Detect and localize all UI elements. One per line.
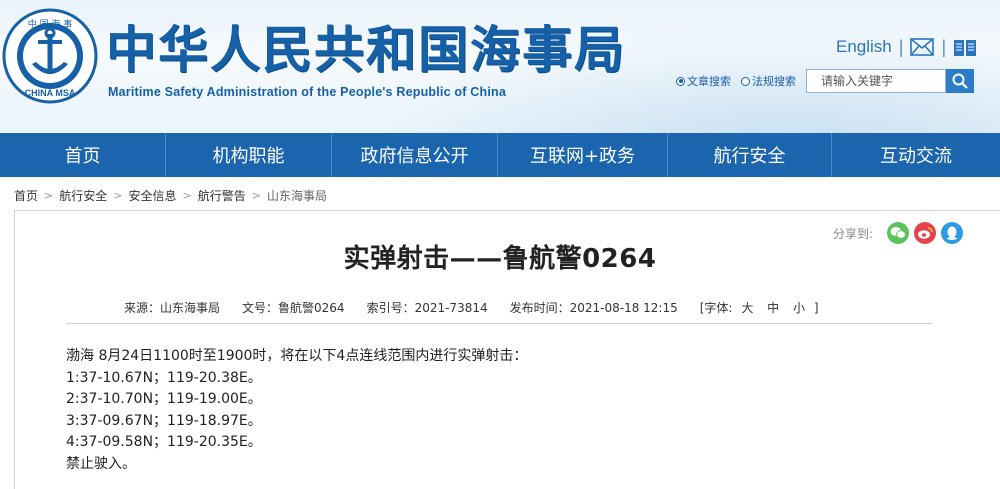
logo-top-text: 中 国 海 事 (28, 18, 73, 30)
breadcrumb-item[interactable]: 安全信息 (128, 187, 176, 204)
meta-publish-time: 发布时间：2021-08-18 12:15 (509, 300, 678, 315)
search-input[interactable] (806, 69, 946, 93)
site-subtitle: Maritime Safety Administration of the Pe… (108, 85, 506, 99)
radio-dot-selected[interactable] (676, 76, 685, 86)
site-title: 中华人民共和国海事局 (106, 21, 626, 79)
logo-bottom-text: CHINA MSA (25, 88, 76, 98)
nav-item-interaction[interactable]: 互动交流 (832, 133, 1000, 177)
breadcrumb-item-current[interactable]: 山东海事局 (267, 187, 327, 204)
search-button[interactable] (946, 69, 974, 93)
search-icon (952, 73, 968, 89)
breadcrumb: 首页 > 航行安全 > 安全信息 > 航行警告 > 山东海事局 (14, 186, 327, 204)
radio-article-search[interactable]: 文章搜索 (676, 73, 731, 89)
article-line: 1:37-10.67N；119-20.38E。 (66, 369, 262, 386)
mail-icon[interactable] (910, 38, 935, 56)
search-area: 文章搜索 法规搜索 (676, 68, 974, 94)
radio-label: 法规搜索 (752, 75, 796, 88)
site-header: 中 国 海 事 CHINA MSA 中华人民共和国海事局 Maritime Sa… (0, 0, 1000, 133)
article-body: 渤海 8月24日1100时至1900时，将在以下4点连线范围内进行实弹射击： 1… (66, 346, 946, 475)
article-line: 3:37-09.67N；119-18.97E。 (66, 412, 262, 429)
radio-law-search[interactable]: 法规搜索 (741, 73, 796, 89)
breadcrumb-separator: > (251, 188, 261, 202)
book-icon[interactable] (953, 37, 977, 57)
breadcrumb-item[interactable]: 首页 (14, 187, 38, 204)
font-large-button[interactable]: 大 (741, 301, 753, 315)
meta-index-number: 索引号：2021-73814 (366, 300, 488, 315)
article-title: 实弹射击——鲁航警0264 (343, 244, 657, 274)
main-nav: 首页 机构职能 政府信息公开 互联网+政务 航行安全 互动交流 (0, 133, 1000, 177)
font-small-button[interactable]: 小 (793, 301, 805, 315)
breadcrumb-separator: > (113, 188, 123, 202)
english-link[interactable]: English (836, 37, 892, 57)
article-line: 2:37-10.70N；119-19.00E。 (66, 391, 262, 407)
separator: | (941, 36, 947, 57)
breadcrumb-item[interactable]: 航行安全 (59, 187, 107, 204)
nav-item-functions[interactable]: 机构职能 (166, 133, 332, 177)
top-links: English | | (836, 35, 977, 59)
article-line: 渤海 8月24日1100时至1900时，将在以下4点连线范围内进行实弹射击： (66, 348, 528, 364)
article-line: 禁止驶入。 (66, 455, 136, 472)
meta-source: 来源：山东海事局 (124, 300, 221, 315)
nav-item-home[interactable]: 首页 (0, 133, 166, 177)
article-meta: 来源：山东海事局 文号：鲁航警0264 索引号：2021-73814 发布时间：… (124, 298, 819, 316)
radio-label: 文章搜索 (687, 75, 731, 88)
breadcrumb-separator: > (44, 188, 54, 202)
meta-doc-number: 文号：鲁航警0264 (242, 300, 345, 315)
font-size-close: ] (813, 300, 819, 315)
nav-item-nav-safety[interactable]: 航行安全 (668, 133, 832, 177)
radio-dot[interactable] (741, 76, 750, 86)
breadcrumb-item[interactable]: 航行警告 (198, 187, 246, 204)
nav-item-internet-gov[interactable]: 互联网+政务 (498, 133, 668, 177)
divider (66, 323, 932, 324)
font-size-control: [字体: 大 中 小 ] (700, 299, 819, 316)
article-line: 4:37-09.58N；119-20.35E。 (66, 434, 262, 450)
msa-logo-icon[interactable]: 中 国 海 事 CHINA MSA (2, 8, 98, 104)
breadcrumb-separator: > (182, 188, 192, 202)
font-medium-button[interactable]: 中 (767, 301, 779, 315)
nav-item-gov-info[interactable]: 政府信息公开 (332, 133, 498, 177)
separator: | (898, 36, 904, 57)
font-size-label: [字体: (699, 300, 733, 315)
